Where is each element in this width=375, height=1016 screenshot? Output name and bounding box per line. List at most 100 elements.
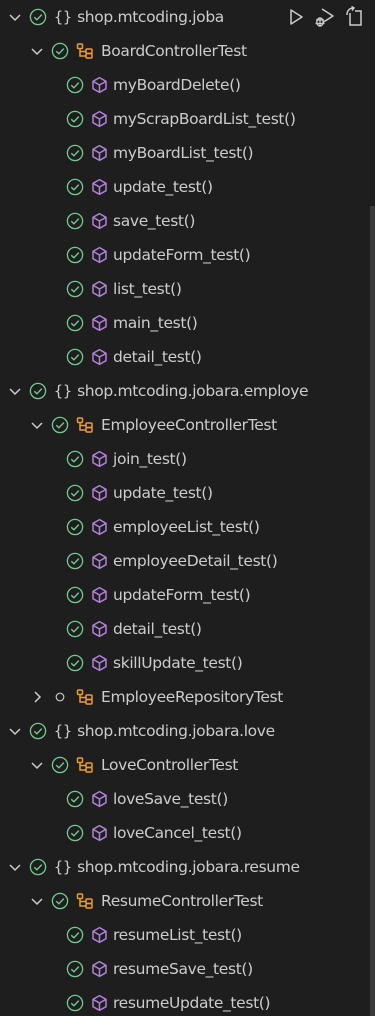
tree-item-label: EmployeeControllerTest: [101, 416, 277, 434]
tree-item-method[interactable]: updateForm_test(): [0, 238, 370, 272]
test-passed-icon: [66, 926, 84, 944]
class-icon: [76, 42, 96, 60]
tree-item-method[interactable]: myBoardDelete(): [0, 68, 370, 102]
tree-item-label: shop.mtcoding.joba: [77, 8, 224, 26]
tree-item-label: loveCancel_test(): [113, 824, 242, 842]
method-icon: [91, 824, 108, 842]
test-passed-icon: [66, 518, 84, 536]
tree-item-method[interactable]: myBoardList_test(): [0, 136, 370, 170]
chevron-down-icon[interactable]: [7, 723, 23, 739]
tree-item-label: resumeSave_test(): [113, 960, 253, 978]
chevron-down-icon[interactable]: [29, 757, 45, 773]
chevron-down-icon[interactable]: [7, 9, 23, 25]
test-passed-icon: [66, 586, 84, 604]
class-icon: [76, 688, 96, 706]
tree-item-namespace[interactable]: {} shop.mtcoding.jobara.resume: [0, 850, 370, 884]
tree-item-label: detail_test(): [113, 348, 202, 366]
tree-item-label: ResumeControllerTest: [101, 892, 263, 910]
tree-item-label: updateForm_test(): [113, 586, 251, 604]
class-icon: [76, 756, 96, 774]
method-icon: [91, 348, 108, 366]
tree-item-class[interactable]: EmployeeRepositoryTest: [0, 680, 370, 714]
method-icon: [91, 246, 108, 264]
test-passed-icon: [66, 552, 84, 570]
test-passed-icon: [66, 960, 84, 978]
tree-item-label: myBoardDelete(): [113, 76, 241, 94]
tree-item-method[interactable]: save_test(): [0, 204, 370, 238]
tree-item-label: employeeDetail_test(): [113, 552, 278, 570]
method-icon: [91, 518, 108, 536]
method-icon: [91, 76, 108, 94]
tree-item-method[interactable]: update_test(): [0, 170, 370, 204]
test-passed-icon: [66, 280, 84, 298]
tree-item-label: resumeUpdate_test(): [113, 994, 271, 1012]
test-passed-icon: [66, 348, 84, 366]
test-passed-icon: [29, 858, 47, 876]
tree-item-method[interactable]: detail_test(): [0, 340, 370, 374]
tree-item-label: shop.mtcoding.jobara.employe: [77, 382, 309, 400]
tree-item-method[interactable]: myScrapBoardList_test(): [0, 102, 370, 136]
test-passed-icon: [66, 212, 84, 230]
tree-item-namespace[interactable]: {} shop.mtcoding.jobara.employe: [0, 374, 370, 408]
tree-item-method[interactable]: list_test(): [0, 272, 370, 306]
chevron-down-icon[interactable]: [7, 859, 23, 875]
test-passed-icon: [29, 722, 47, 740]
test-explorer-tree: {} shop.mtcoding.joba BoardControllerTest m…: [0, 0, 370, 1016]
tree-item-method[interactable]: detail_test(): [0, 612, 370, 646]
tree-item-label: myScrapBoardList_test(): [113, 110, 296, 128]
tree-item-method[interactable]: resumeSave_test(): [0, 952, 370, 986]
test-passed-icon: [66, 178, 84, 196]
test-passed-icon: [66, 620, 84, 638]
tree-item-label: skillUpdate_test(): [113, 654, 243, 672]
tree-item-method[interactable]: resumeUpdate_test(): [0, 986, 370, 1016]
tree-item-method[interactable]: update_test(): [0, 476, 370, 510]
tree-item-class[interactable]: ResumeControllerTest: [0, 884, 370, 918]
tree-item-method[interactable]: loveCancel_test(): [0, 816, 370, 850]
tree-item-label: detail_test(): [113, 620, 202, 638]
test-passed-icon: [66, 314, 84, 332]
chevron-down-icon[interactable]: [29, 417, 45, 433]
method-icon: [91, 994, 108, 1012]
test-passed-icon: [51, 756, 69, 774]
chevron-right-icon[interactable]: [29, 689, 45, 705]
test-passed-icon: [66, 824, 84, 842]
tree-item-namespace[interactable]: {} shop.mtcoding.jobara.love: [0, 714, 370, 748]
run-icon[interactable]: [288, 8, 304, 26]
chevron-down-icon[interactable]: [29, 43, 45, 59]
tree-item-method[interactable]: employeeDetail_test(): [0, 544, 370, 578]
method-icon: [91, 144, 108, 162]
tree-item-method[interactable]: loveSave_test(): [0, 782, 370, 816]
class-icon: [76, 892, 96, 910]
tree-item-label: shop.mtcoding.jobara.resume: [77, 858, 300, 876]
tree-item-label: update_test(): [113, 178, 213, 196]
method-icon: [91, 926, 108, 944]
tree-item-namespace[interactable]: {} shop.mtcoding.joba: [0, 0, 370, 34]
chevron-down-icon[interactable]: [7, 383, 23, 399]
test-passed-icon: [66, 790, 84, 808]
tree-item-method[interactable]: join_test(): [0, 442, 370, 476]
tree-item-class[interactable]: EmployeeControllerTest: [0, 408, 370, 442]
test-passed-icon: [29, 8, 47, 26]
tree-item-method[interactable]: updateForm_test(): [0, 578, 370, 612]
class-icon: [76, 416, 96, 434]
method-icon: [91, 450, 108, 468]
tree-item-label: BoardControllerTest: [101, 42, 247, 60]
namespace-icon: {}: [54, 8, 73, 26]
debug-icon[interactable]: [313, 6, 335, 28]
chevron-down-icon[interactable]: [29, 893, 45, 909]
test-passed-icon: [29, 382, 47, 400]
tree-item-label: resumeList_test(): [113, 926, 242, 944]
tree-item-method[interactable]: employeeList_test(): [0, 510, 370, 544]
tree-item-method[interactable]: skillUpdate_test(): [0, 646, 370, 680]
tree-item-label: updateForm_test(): [113, 246, 251, 264]
tree-item-class[interactable]: BoardControllerTest: [0, 34, 370, 68]
test-not-run-icon: [51, 688, 69, 706]
tree-item-class[interactable]: LoveControllerTest: [0, 748, 370, 782]
tree-item-method[interactable]: main_test(): [0, 306, 370, 340]
vertical-scrollbar[interactable]: [370, 206, 375, 1016]
method-icon: [91, 552, 108, 570]
go-to-file-icon[interactable]: [344, 6, 366, 28]
test-passed-icon: [51, 892, 69, 910]
test-passed-icon: [66, 76, 84, 94]
tree-item-method[interactable]: resumeList_test(): [0, 918, 370, 952]
